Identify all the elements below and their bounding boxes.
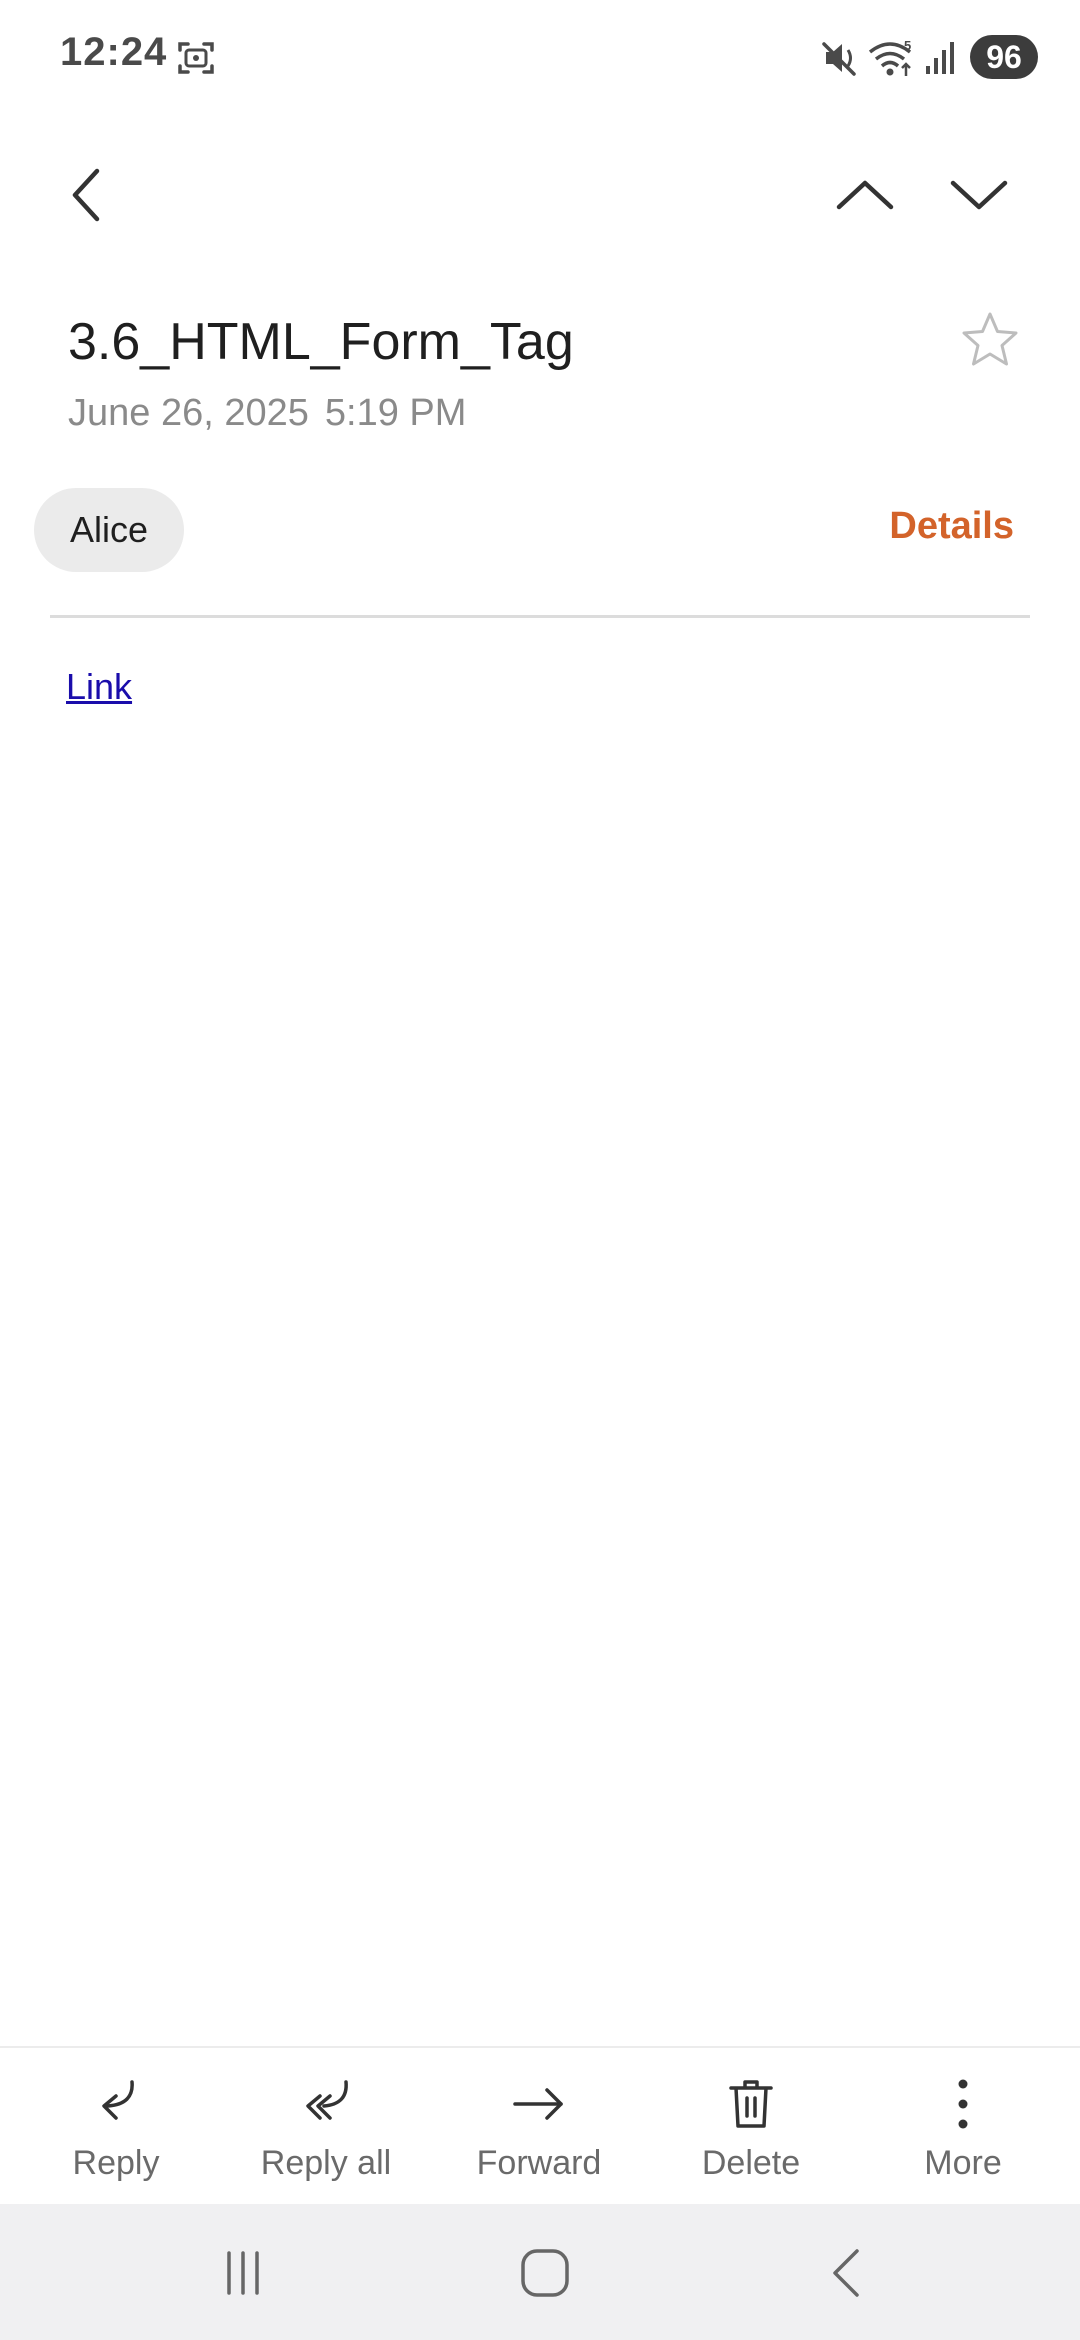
star-button[interactable] xyxy=(950,300,1030,380)
system-nav-bar xyxy=(0,2204,1080,2340)
reply-icon xyxy=(102,2080,134,2120)
back-arrow-icon xyxy=(72,168,100,222)
reply-all-button[interactable]: Reply all xyxy=(226,2048,426,2206)
star-icon xyxy=(962,312,1018,366)
forward-arrow-icon xyxy=(513,2088,563,2120)
mute-icon xyxy=(822,42,856,76)
home-icon xyxy=(521,2249,569,2297)
email-date-text: June 26, 2025 xyxy=(68,392,309,434)
chevron-down-icon xyxy=(950,180,1008,210)
battery-indicator: 96 xyxy=(970,35,1038,79)
chevron-up-icon xyxy=(836,180,894,210)
email-date: June 26, 2025 5:19 PM xyxy=(68,392,466,435)
screenshot-icon xyxy=(178,42,214,74)
wifi-icon: 5 xyxy=(868,38,911,76)
forward-button[interactable]: Forward xyxy=(439,2048,639,2206)
body-link[interactable]: Link xyxy=(66,666,132,708)
email-time-text: 5:19 PM xyxy=(324,392,467,434)
recents-icon xyxy=(227,2251,259,2295)
header-divider xyxy=(50,615,1030,618)
email-subject: 3.6_HTML_Form_Tag xyxy=(68,313,574,371)
delete-label: Delete xyxy=(701,2144,801,2182)
reply-all-label: Reply all xyxy=(260,2144,392,2182)
home-button[interactable] xyxy=(500,2228,590,2318)
status-icons: 5 96 xyxy=(820,30,1080,84)
reply-label: Reply xyxy=(72,2144,160,2182)
next-email-button[interactable] xyxy=(934,150,1024,240)
trash-icon xyxy=(729,2080,773,2128)
delete-button[interactable]: Delete xyxy=(651,2048,851,2206)
sender-chip[interactable]: Alice xyxy=(34,488,185,572)
signal-icon xyxy=(926,42,954,74)
recents-button[interactable] xyxy=(198,2228,288,2318)
forward-label: Forward xyxy=(476,2144,602,2182)
more-label: More xyxy=(924,2144,1002,2182)
reply-all-icon xyxy=(306,2080,348,2120)
reply-button[interactable]: Reply xyxy=(16,2048,216,2206)
system-back-button[interactable] xyxy=(802,2228,892,2318)
status-bar: 12:24 5 96 xyxy=(0,0,1080,110)
more-vertical-icon xyxy=(958,2079,968,2129)
svg-text:5: 5 xyxy=(904,38,911,53)
back-button[interactable] xyxy=(42,150,132,240)
status-time: 12:24 xyxy=(60,30,168,74)
previous-email-button[interactable] xyxy=(820,150,910,240)
action-bar: Reply Reply all Forward Delete More xyxy=(0,2046,1080,2206)
email-toolbar xyxy=(0,150,1080,250)
back-chevron-icon xyxy=(833,2249,859,2297)
email-detail-screen: 12:24 5 96 3.6_HTML_Form_Tag June 26, 20… xyxy=(0,0,1080,2340)
details-button[interactable]: Details xyxy=(889,505,1014,548)
more-button[interactable]: More xyxy=(863,2048,1063,2206)
